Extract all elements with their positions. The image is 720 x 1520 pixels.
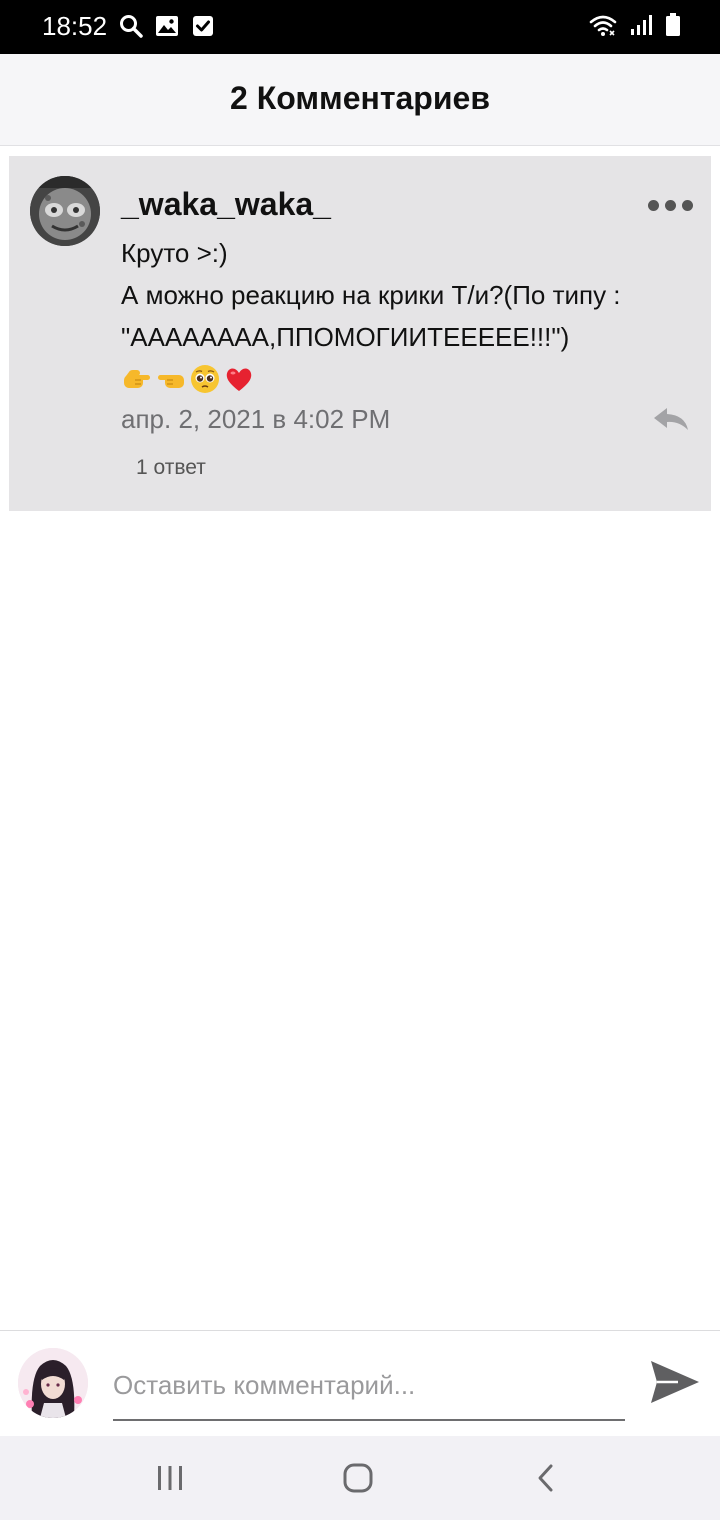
comment-input-wrapper xyxy=(113,1353,625,1421)
navigation-bar xyxy=(0,1436,720,1520)
send-icon[interactable] xyxy=(648,1357,702,1407)
comment-line: А можно реакцию на крики Т/и?(По типу : xyxy=(121,280,621,310)
home-button[interactable] xyxy=(328,1456,388,1500)
reply-icon[interactable] xyxy=(651,404,691,434)
point-right-emoji xyxy=(124,370,150,388)
wifi-icon xyxy=(589,15,617,36)
image-icon xyxy=(156,16,178,36)
comment-text: Круто >:) А можно реакцию на крики Т/и?(… xyxy=(121,232,691,400)
back-button[interactable] xyxy=(516,1456,576,1500)
my-avatar xyxy=(18,1348,88,1418)
comment-username[interactable]: _waka_waka_ xyxy=(121,186,331,223)
more-options-icon[interactable] xyxy=(647,190,693,220)
avatar[interactable] xyxy=(30,176,100,246)
search-icon xyxy=(120,15,143,38)
status-time: 18:52 xyxy=(42,11,108,41)
back-icon xyxy=(538,1464,553,1492)
battery-icon xyxy=(666,13,680,36)
comment-composer xyxy=(0,1330,720,1436)
status-bar: 18:52 xyxy=(0,0,720,54)
avatar-image xyxy=(18,1348,88,1418)
comment-input[interactable] xyxy=(113,1353,625,1417)
comment-card: _waka_waka_ Круто >:) А можно реакцию на… xyxy=(9,156,711,511)
comments-header: 2 Комментариев xyxy=(0,54,720,146)
checkbox-icon xyxy=(193,16,213,36)
page-title: 2 Комментариев xyxy=(230,80,490,116)
point-left-emoji xyxy=(158,375,184,388)
comment-line: Круто >:) xyxy=(121,238,228,268)
avatar-image xyxy=(30,176,100,246)
recent-apps-button[interactable] xyxy=(140,1456,200,1500)
comment-line: "АААААААА,ППОМОГИИТЕЕЕЕЕ!!!") xyxy=(121,322,570,352)
home-icon xyxy=(343,1463,373,1493)
pleading-face-emoji xyxy=(191,365,219,393)
red-heart-emoji xyxy=(226,368,252,391)
comment-date: апр. 2, 2021 в 4:02 PM xyxy=(121,404,391,434)
signal-icon xyxy=(631,15,652,35)
recent-apps-icon xyxy=(158,1466,182,1490)
replies-link[interactable]: 1 ответ xyxy=(136,456,206,480)
emoji-row xyxy=(121,358,691,400)
